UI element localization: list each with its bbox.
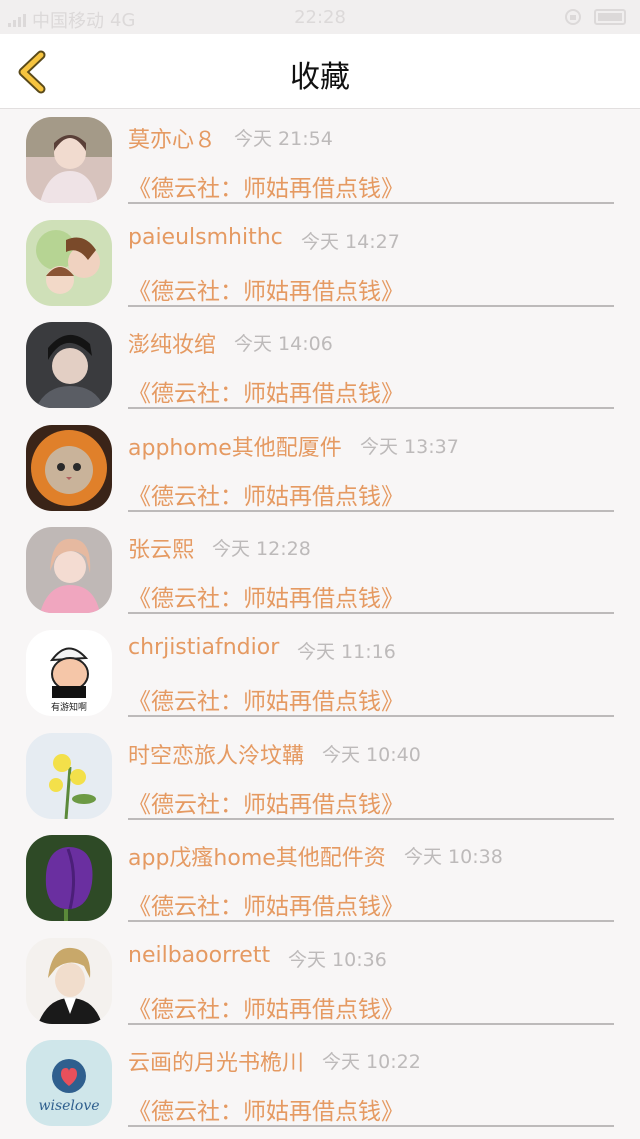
user-name[interactable]: 时空恋旅人泠坟鞲 — [128, 738, 304, 770]
nav-bar: 收藏 — [0, 34, 640, 109]
post-time: 今天 10:36 — [288, 948, 387, 971]
avatar[interactable] — [26, 527, 112, 614]
post-time: 今天 12:28 — [212, 538, 311, 561]
post-time: 今天 10:22 — [322, 1051, 421, 1074]
avatar[interactable]: wiselove — [26, 1040, 112, 1127]
post-time: 今天 10:38 — [404, 846, 503, 869]
list-item[interactable]: 张云熙 今天 12:28 《德云社：师姑再借点钱》 — [0, 518, 640, 621]
user-name[interactable]: 莫亦心８ — [128, 122, 216, 154]
avatar[interactable]: 有游知啊 — [26, 629, 112, 716]
list-item[interactable]: wiselove 云画的月光书桅川 今天 10:22 《德云社：师姑再借点钱》 — [0, 1031, 640, 1134]
avatar[interactable] — [26, 937, 112, 1024]
avatar[interactable] — [26, 835, 112, 922]
divider — [128, 202, 614, 204]
favorite-title-link[interactable]: 《德云社：师姑再借点钱》 — [128, 1092, 404, 1126]
avatar[interactable] — [26, 322, 112, 409]
post-time: 今天 13:37 — [360, 435, 459, 458]
post-time: 今天 14:27 — [301, 230, 400, 253]
avatar[interactable] — [26, 117, 112, 203]
user-name[interactable]: app戊瘙home其他配件资 — [128, 840, 386, 872]
avatar-caption: 有游知啊 — [51, 701, 87, 713]
user-name[interactable]: chrjistiafndior — [128, 635, 279, 660]
favorite-title-link[interactable]: 《德云社：师姑再借点钱》 — [128, 579, 404, 613]
list-item[interactable]: 时空恋旅人泠坟鞲 今天 10:40 《德云社：师姑再借点钱》 — [0, 724, 640, 827]
list-item[interactable]: neilbaoorrett 今天 10:36 《德云社：师姑再借点钱》 — [0, 929, 640, 1032]
favorite-title-link[interactable]: 《德云社：师姑再借点钱》 — [128, 374, 404, 408]
post-time: 今天 14:06 — [234, 333, 333, 356]
divider — [128, 920, 614, 923]
list-item[interactable]: 有游知啊 chrjistiafndior 今天 11:16 《德云社：师姑再借点… — [0, 621, 640, 724]
battery-icon — [594, 9, 626, 25]
favorite-title-link[interactable]: 《德云社：师姑再借点钱》 — [128, 682, 404, 716]
post-time: 今天 11:16 — [297, 640, 396, 663]
divider — [128, 1022, 614, 1025]
favorite-title-link[interactable]: 《德云社：师姑再借点钱》 — [128, 990, 404, 1024]
user-name[interactable]: 云画的月光书桅川 — [128, 1045, 304, 1077]
divider — [128, 612, 614, 615]
status-right — [564, 8, 626, 26]
post-time: 今天 21:54 — [234, 128, 333, 150]
favorite-title-link[interactable]: 《德云社：师姑再借点钱》 — [128, 887, 404, 921]
avatar[interactable] — [26, 732, 112, 819]
status-bar: 中国移动 4G 22:28 — [0, 0, 640, 34]
favorite-title-link[interactable]: 《德云社：师姑再借点钱》 — [128, 785, 404, 819]
avatar[interactable] — [26, 219, 112, 306]
rotation-lock-icon — [565, 9, 581, 25]
divider — [128, 304, 614, 307]
user-name[interactable]: 张云熙 — [128, 532, 194, 564]
user-name[interactable]: neilbaoorrett — [128, 943, 270, 968]
avatar-caption: wiselove — [38, 1098, 99, 1114]
page-title: 收藏 — [290, 60, 350, 95]
favorite-title-link[interactable]: 《德云社：师姑再借点钱》 — [128, 477, 404, 511]
list-item[interactable]: 莫亦心８ 今天 21:54 《德云社：师姑再借点钱》 — [0, 108, 640, 211]
divider — [128, 407, 614, 410]
avatar[interactable] — [26, 424, 112, 511]
list-item[interactable]: app戊瘙home其他配件资 今天 10:38 《德云社：师姑再借点钱》 — [0, 826, 640, 929]
divider — [128, 509, 614, 512]
divider — [128, 714, 614, 717]
user-name[interactable]: paieulsmhithc — [128, 225, 283, 250]
user-name[interactable]: apphome其他配厦件 — [128, 430, 342, 462]
list-item[interactable]: apphome其他配厦件 今天 13:37 《德云社：师姑再借点钱》 — [0, 416, 640, 519]
list-item[interactable]: 澎纯妆绾 今天 14:06 《德云社：师姑再借点钱》 — [0, 313, 640, 416]
favorite-title-link[interactable]: 《德云社：师姑再借点钱》 — [128, 169, 404, 203]
divider — [128, 1125, 614, 1128]
status-time: 22:28 — [294, 7, 346, 28]
favorites-list: 莫亦心８ 今天 21:54 《德云社：师姑再借点钱》 paieulsmhithc… — [0, 108, 640, 1134]
favorite-title-link[interactable]: 《德云社：师姑再借点钱》 — [128, 272, 404, 306]
post-time: 今天 10:40 — [322, 743, 421, 766]
list-item[interactable]: paieulsmhithc 今天 14:27 《德云社：师姑再借点钱》 — [0, 211, 640, 314]
divider — [128, 817, 614, 820]
user-name[interactable]: 澎纯妆绾 — [128, 327, 216, 359]
